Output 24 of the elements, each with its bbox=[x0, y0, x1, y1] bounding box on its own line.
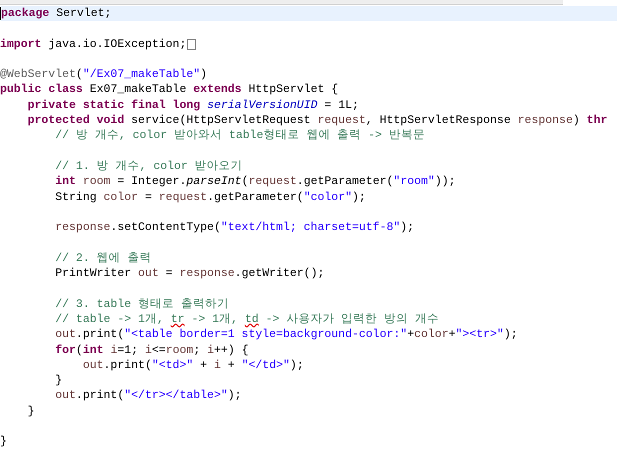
code-line: // 1. 방 개수, color 받아오기 bbox=[54, 158, 243, 174]
code-line: out.print("<table border=1 style=background-color:"+color+"><tr>"); bbox=[54, 327, 518, 343]
code-line: for(int i=1; i<=room; i++) { bbox=[54, 342, 249, 358]
code-line: } bbox=[26, 404, 35, 420]
code-line: public class Ex07_makeTable extends HttpServlet { bbox=[0, 82, 338, 98]
code-line: int room = Integer.parseInt(request.getParameter("room")); bbox=[54, 174, 456, 190]
code-line: out.print("</tr></table>"); bbox=[54, 388, 242, 404]
code-line: // 방 개수, color 받아와서 table형태로 웹에 출력 -> 반복문 bbox=[54, 128, 425, 144]
code-line: // 2. 웹에 출력 bbox=[54, 250, 152, 266]
folded-code-icon[interactable] bbox=[187, 38, 196, 50]
code-line: // table -> 1개, tr -> 1개, td -> 사용자가 입력한 방의 개수 bbox=[54, 312, 439, 328]
code-line: @WebServlet("/Ex07_makeTable") bbox=[0, 67, 208, 82]
code-line: protected void service(HttpServletRequest request, HttpServletResponse response) thr bbox=[26, 113, 608, 128]
code-line: String color = request.getParameter("color"); bbox=[54, 190, 366, 205]
code-line: response.setContentType("text/html; charset=utf-8"); bbox=[54, 220, 414, 236]
code-line: } bbox=[54, 373, 62, 388]
code-line: } bbox=[0, 434, 7, 450]
text-cursor bbox=[0, 7, 1, 20]
code-line: PrintWriter out = response.getWriter(); bbox=[54, 266, 324, 282]
code-line: import java.io.IOException; bbox=[0, 36, 186, 52]
code-line: private static final long serialVersionUID = 1L; bbox=[26, 98, 359, 114]
code-line: out.print("<td>" + i + "</td>"); bbox=[82, 358, 304, 374]
code-line: package Servlet; bbox=[1, 6, 112, 22]
code-line: // 3. table 형태로 출력하기 bbox=[54, 296, 229, 312]
